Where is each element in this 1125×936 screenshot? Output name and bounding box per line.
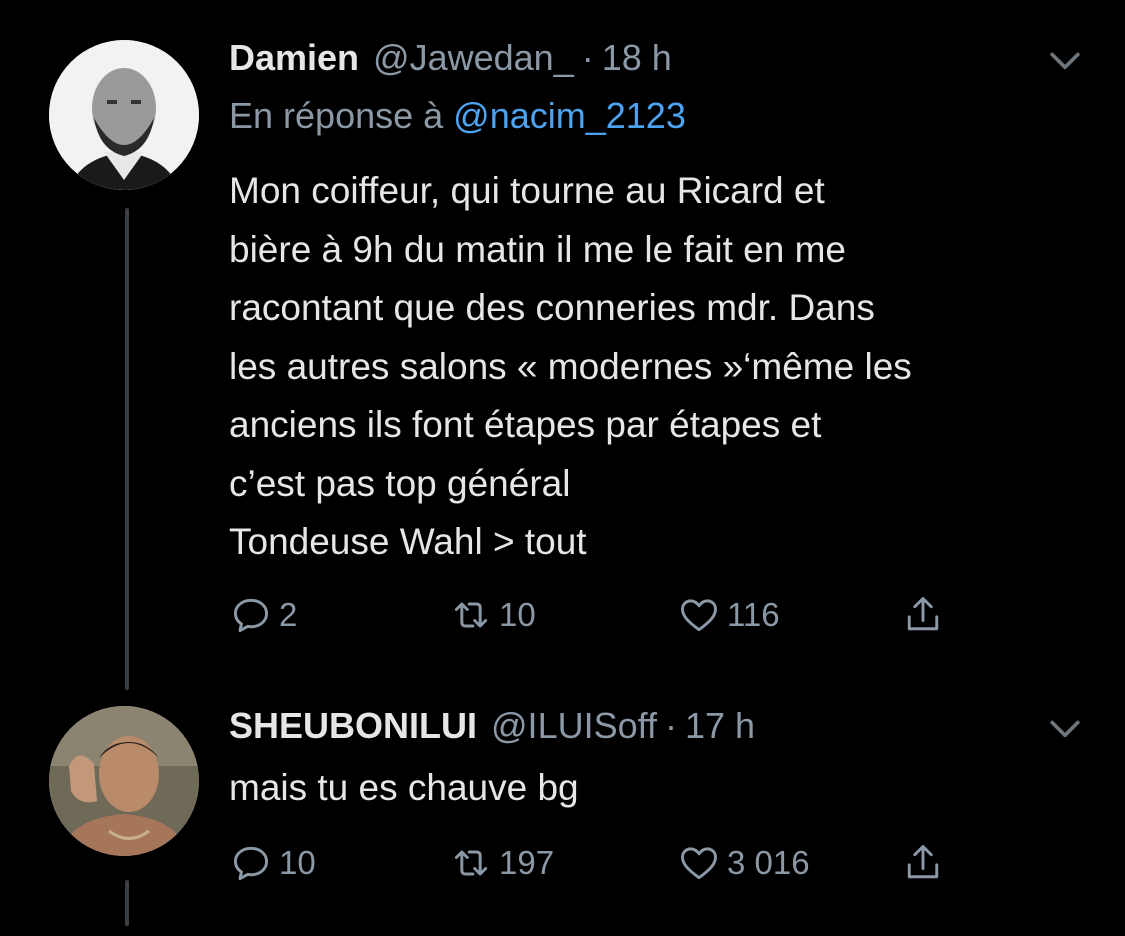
user-handle[interactable]: @Jawedan_ (373, 37, 574, 79)
like-count: 3 016 (727, 844, 810, 881)
tweet-text: mais tu es chauve bg (229, 767, 579, 808)
display-name[interactable]: SHEUBONILUI (229, 705, 477, 747)
like-icon (681, 847, 717, 880)
user-handle[interactable]: @ILUISoff (491, 705, 657, 747)
tweet-actions: 10 197 3 016 (229, 838, 969, 888)
retweet-icon (454, 850, 488, 876)
reply-mention-link[interactable]: @nacim_2123 (453, 95, 686, 136)
retweet-button[interactable]: 10 (449, 590, 536, 640)
reply-count: 2 (279, 596, 298, 633)
thread-line (125, 880, 129, 926)
like-button[interactable]: 116 (677, 590, 780, 640)
thread-line (125, 208, 129, 690)
retweet-count: 10 (499, 596, 536, 633)
timestamp[interactable]: 18 h (602, 37, 672, 79)
tweet-text: Mon coiffeur, qui tourne au Ricard et bi… (229, 170, 912, 562)
like-count: 116 (727, 596, 780, 633)
chevron-down-icon[interactable] (1043, 38, 1087, 82)
like-button[interactable]: 3 016 (677, 838, 810, 888)
separator-dot: · (664, 705, 677, 746)
tweet-header: Damien @Jawedan_ · 18 h (229, 33, 1055, 83)
tweet[interactable]: Damien @Jawedan_ · 18 h En réponse à @na… (0, 0, 1125, 690)
share-icon (907, 597, 939, 631)
chevron-down-icon[interactable] (1043, 706, 1087, 750)
reply-button[interactable]: 10 (229, 838, 316, 888)
tweet-header: SHEUBONILUI @ILUISoff · 17 h (229, 701, 1055, 751)
reply-count: 10 (279, 844, 316, 881)
tweet-actions: 2 10 116 (229, 590, 969, 640)
reply-prefix: En réponse à (229, 95, 444, 136)
avatar[interactable] (49, 40, 199, 190)
avatar[interactable] (49, 706, 199, 856)
share-button[interactable] (901, 590, 951, 640)
retweet-icon (454, 602, 488, 628)
retweet-button[interactable]: 197 (449, 838, 554, 888)
reply-icon (233, 846, 269, 881)
timestamp[interactable]: 17 h (685, 705, 755, 747)
display-name[interactable]: Damien (229, 37, 359, 79)
reply-icon (233, 598, 269, 633)
share-icon (907, 845, 939, 879)
separator-dot: · (581, 37, 594, 78)
reply-context: En réponse à @nacim_2123 (229, 95, 686, 137)
retweet-count: 197 (499, 844, 555, 881)
tweet[interactable]: SHEUBONILUI @ILUISoff · 17 h mais tu es … (0, 690, 1125, 936)
share-button[interactable] (901, 838, 951, 888)
reply-button[interactable]: 2 (229, 590, 297, 640)
like-icon (681, 599, 717, 632)
